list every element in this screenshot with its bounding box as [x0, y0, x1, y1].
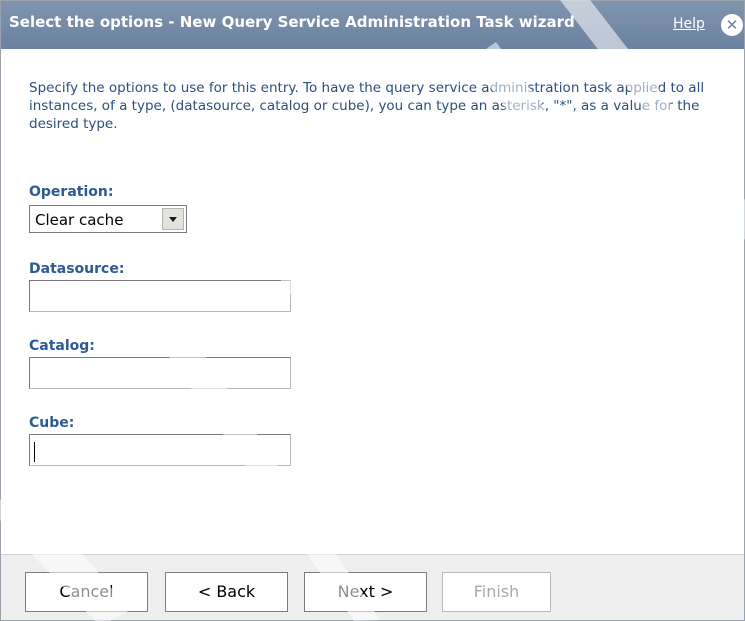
back-button[interactable]: < Back [165, 572, 288, 612]
datasource-input[interactable] [29, 280, 291, 312]
operation-select[interactable]: Clear cache [29, 205, 187, 233]
help-link[interactable]: Help [673, 16, 705, 32]
next-button[interactable]: Next > [304, 572, 427, 612]
instructions-text: Specify the options to use for this entr… [29, 80, 705, 132]
operation-label: Operation: [29, 184, 114, 200]
operation-select-value: Clear cache [35, 211, 124, 229]
text-cursor [34, 442, 35, 462]
button-bar: Cancel < Back Next > Finish [1, 554, 744, 620]
cube-label: Cube: [29, 415, 75, 431]
title-bar: Select the options - New Query Service A… [1, 1, 744, 49]
wizard-dialog: Select the options - New Query Service A… [0, 0, 745, 621]
catalog-input[interactable] [29, 357, 291, 389]
chevron-down-icon[interactable] [162, 208, 184, 230]
finish-button: Finish [442, 572, 551, 612]
close-icon[interactable]: ✕ [721, 14, 743, 36]
cube-input[interactable] [29, 434, 291, 466]
dialog-title: Select the options - New Query Service A… [9, 13, 575, 31]
datasource-label: Datasource: [29, 261, 125, 277]
cancel-button[interactable]: Cancel [25, 572, 148, 612]
catalog-label: Catalog: [29, 338, 95, 354]
